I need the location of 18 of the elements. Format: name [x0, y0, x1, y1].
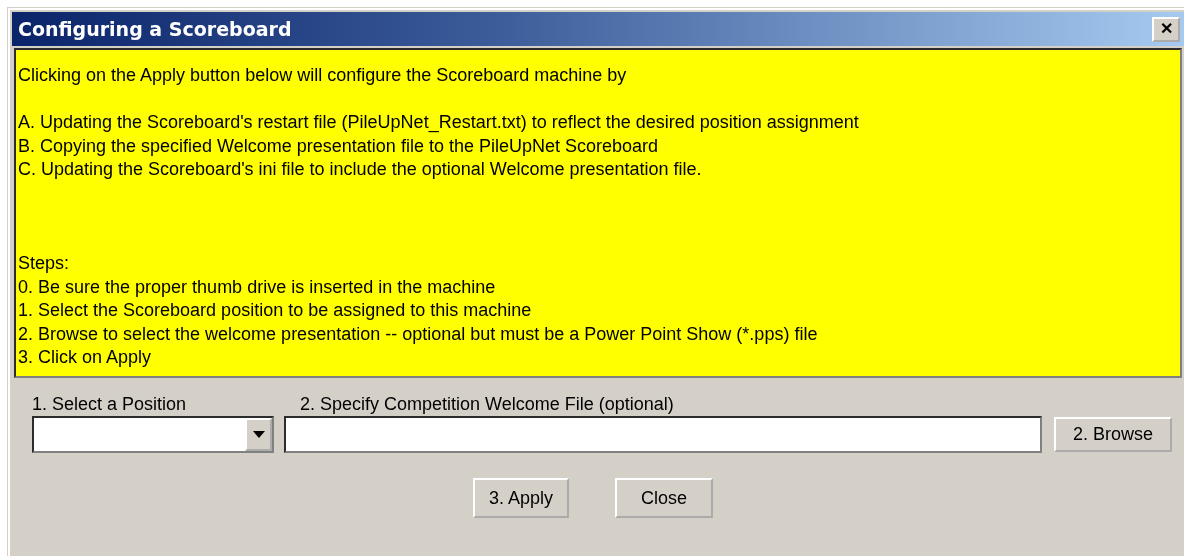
instruction-line: C. Updating the Scoreboard's ini file to include the optional Welcome presentation file.	[18, 158, 703, 181]
instruction-line: 3. Click on Apply	[18, 346, 153, 369]
instruction-line: A. Updating the Scoreboard's restart file (PileUpNet_Restart.txt) to reflect the desired position assignment	[18, 111, 860, 135]
instruction-line: 1. Select the Scoreboard position to be assigned to this machine	[18, 299, 533, 322]
instruction-line: 0. Be sure the proper thumb drive is inserted in the machine	[18, 275, 497, 299]
instruction-line: Steps:	[18, 252, 71, 275]
instruction-line: Clicking on the Apply button below will configure the Scoreboard machine by	[18, 64, 628, 87]
welcome-file-field[interactable]	[284, 416, 1042, 453]
apply-button[interactable]: 3. Apply	[473, 478, 569, 518]
position-dropdown[interactable]	[32, 416, 274, 453]
position-label: 1. Select a Position	[32, 394, 188, 414]
close-button[interactable]: ✕	[1152, 16, 1180, 42]
close-dialog-button[interactable]: Close	[615, 478, 713, 518]
browse-button[interactable]: 2. Browse	[1054, 417, 1172, 452]
instruction-line: 2. Browse to select the welcome presentation -- optional but must be a Power Point Show (*.pps) file	[18, 322, 819, 346]
welcome-file-label: 2. Specify Competition Welcome File (optional)	[299, 394, 675, 414]
instruction-line: B. Copying the specified Welcome presentation file to the PileUpNet Scoreboard	[18, 134, 660, 158]
window-title: Configuring a Scoreboard	[18, 18, 292, 40]
